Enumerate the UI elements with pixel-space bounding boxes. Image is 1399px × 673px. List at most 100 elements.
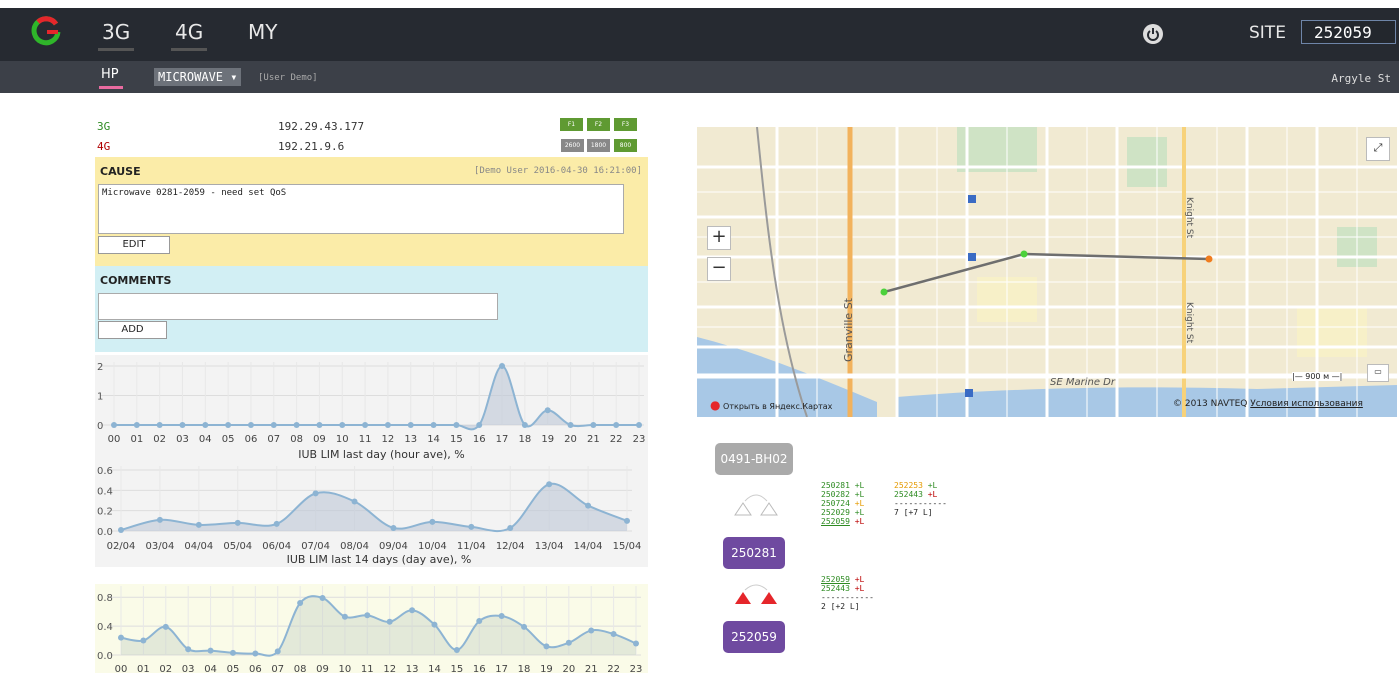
fullscreen-button[interactable]: ⤢ xyxy=(1366,137,1390,161)
chart-point xyxy=(453,422,460,428)
site-badge-250281[interactable]: 250281 xyxy=(723,537,785,569)
chart-point xyxy=(546,481,553,488)
chart-point xyxy=(521,422,528,428)
chart-point xyxy=(133,422,140,428)
node-badge[interactable]: 0491-BH02 xyxy=(715,443,793,475)
chart-xtick-label: 12 xyxy=(383,664,396,673)
map-park xyxy=(957,127,1037,172)
chart-point xyxy=(476,422,483,428)
chart-xtick-label: 03 xyxy=(176,434,189,445)
list-total: 7 [+7 L] xyxy=(894,508,933,517)
link-item[interactable]: 252059 +L xyxy=(821,517,864,526)
chart-point xyxy=(453,646,460,653)
link-item[interactable]: 252443 +L xyxy=(894,490,947,499)
chart-2: 0.8 0.4 0.000 01 02 03 04 05 06 07 08 09 10 11 12 13 14 1… xyxy=(97,586,642,673)
link-item[interactable]: 252029 +L xyxy=(821,508,864,517)
chart-point xyxy=(111,422,117,428)
expand-icon: ⤢ xyxy=(1373,141,1383,154)
chart-point xyxy=(507,524,514,531)
chart-xtick-label: 17 xyxy=(496,434,509,445)
link-item[interactable]: 250724 +L xyxy=(821,499,864,508)
chart-point xyxy=(386,618,393,625)
chart-xtick-label: 23 xyxy=(633,434,646,445)
chart-xtick-label: 04 xyxy=(204,664,217,673)
chart-xtick-label: 19 xyxy=(541,434,554,445)
zoom-in-button[interactable]: + xyxy=(707,226,731,250)
chart-xtick-label: 03 xyxy=(182,664,195,673)
chart-point xyxy=(613,422,620,428)
chart-xtick-label: 07 xyxy=(271,664,284,673)
chart-xtick-label: 20 xyxy=(562,664,575,673)
chart-point xyxy=(636,422,642,428)
chart-xtick-label: 10/04 xyxy=(418,541,447,552)
chart-point xyxy=(590,422,597,428)
chart-xtick-label: 14 xyxy=(427,434,440,445)
chart-xtick-label: 10 xyxy=(336,434,349,445)
chart-xtick-label: 11 xyxy=(359,434,372,445)
chart-xtick-label: 04/04 xyxy=(184,541,213,552)
chart-point xyxy=(312,490,319,497)
chart-ytick-label: 0.4 xyxy=(97,622,113,633)
chart-point xyxy=(567,422,574,428)
power-button[interactable] xyxy=(1143,24,1163,44)
chart-xtick-label: 08 xyxy=(290,434,303,445)
link-item[interactable]: 252443 +L xyxy=(821,584,874,593)
chart-xtick-label: 09 xyxy=(313,434,326,445)
link-item[interactable]: 250282 +L xyxy=(821,490,864,499)
terms-link[interactable]: Условия использования xyxy=(1250,399,1363,409)
site-input[interactable]: 252059 xyxy=(1301,20,1396,44)
chart-title: IUB LIM last 14 days (day ave), % xyxy=(287,553,472,566)
chart-point xyxy=(429,518,436,525)
map-site-marker[interactable] xyxy=(1020,250,1028,258)
open-yandex-link[interactable]: ● Открыть в Яндекс.Картах xyxy=(710,398,832,412)
map-site-marker[interactable] xyxy=(1205,255,1213,263)
chart-xtick-label: 00 xyxy=(108,434,121,445)
chart-ytick-label: 1 xyxy=(97,392,103,403)
chart-xtick-label: 15 xyxy=(450,434,463,445)
chart-0: 21000 01 02 03 04 05 06 07 08 09 10 11 12 13 14 15 16 17 1… xyxy=(97,362,645,461)
zoom-out-button[interactable]: − xyxy=(707,257,731,281)
chart-point xyxy=(316,422,323,428)
link-list-1-right: 252253 +L 252443 +L ----------- 7 [+7 L] xyxy=(894,481,947,517)
chart-point xyxy=(229,649,236,656)
chart-point xyxy=(610,631,617,638)
link-list-1-left: 250281 +L 250282 +L 250724 +L 252029 +L … xyxy=(821,481,864,526)
chart-point xyxy=(273,520,280,527)
chart-point xyxy=(202,422,209,428)
chart-point xyxy=(156,422,163,428)
chart-point xyxy=(195,521,202,528)
chart-xtick-label: 07 xyxy=(267,434,280,445)
ruler-button[interactable]: ▭ xyxy=(1367,364,1389,382)
map-panel[interactable]: Granville St Knight St Knight St SE Mari… xyxy=(697,127,1397,417)
map-pin-icon: ● xyxy=(710,398,721,412)
chart-point xyxy=(390,524,397,531)
chart-point xyxy=(270,422,277,428)
map-site-marker[interactable] xyxy=(880,288,888,296)
chart-xtick-label: 05/04 xyxy=(223,541,252,552)
chart-xtick-label: 11 xyxy=(361,664,374,673)
link-item[interactable]: 250281 +L xyxy=(821,481,864,490)
chart-point xyxy=(565,639,572,646)
chart-ytick-label: 0.8 xyxy=(97,593,113,604)
chart-xtick-label: 05 xyxy=(227,664,240,673)
chart-point xyxy=(409,607,416,614)
chart-xtick-label: 12 xyxy=(382,434,395,445)
chart-point xyxy=(118,526,124,533)
ruler-icon: ▭ xyxy=(1374,367,1382,376)
link-item[interactable]: 252253 +L xyxy=(894,481,947,490)
chart-point xyxy=(207,647,214,654)
chart-xtick-label: 06/04 xyxy=(262,541,291,552)
chart-xtick-label: 13 xyxy=(404,434,417,445)
map-scale: |— 900 м —| xyxy=(1292,372,1343,381)
chart-xtick-label: 17 xyxy=(495,664,508,673)
chart-point xyxy=(351,498,358,505)
chart-xtick-label: 06 xyxy=(245,434,258,445)
street-knight-label-2: Knight St xyxy=(1184,302,1194,344)
chart-xtick-label: 15/04 xyxy=(613,541,642,552)
chart-point xyxy=(341,613,348,620)
site-badge-252059[interactable]: 252059 xyxy=(723,621,785,653)
power-icon xyxy=(1147,28,1159,41)
chart-point xyxy=(247,422,254,428)
chart-xtick-label: 22 xyxy=(610,434,623,445)
link-item[interactable]: 252059 +L xyxy=(821,575,874,584)
